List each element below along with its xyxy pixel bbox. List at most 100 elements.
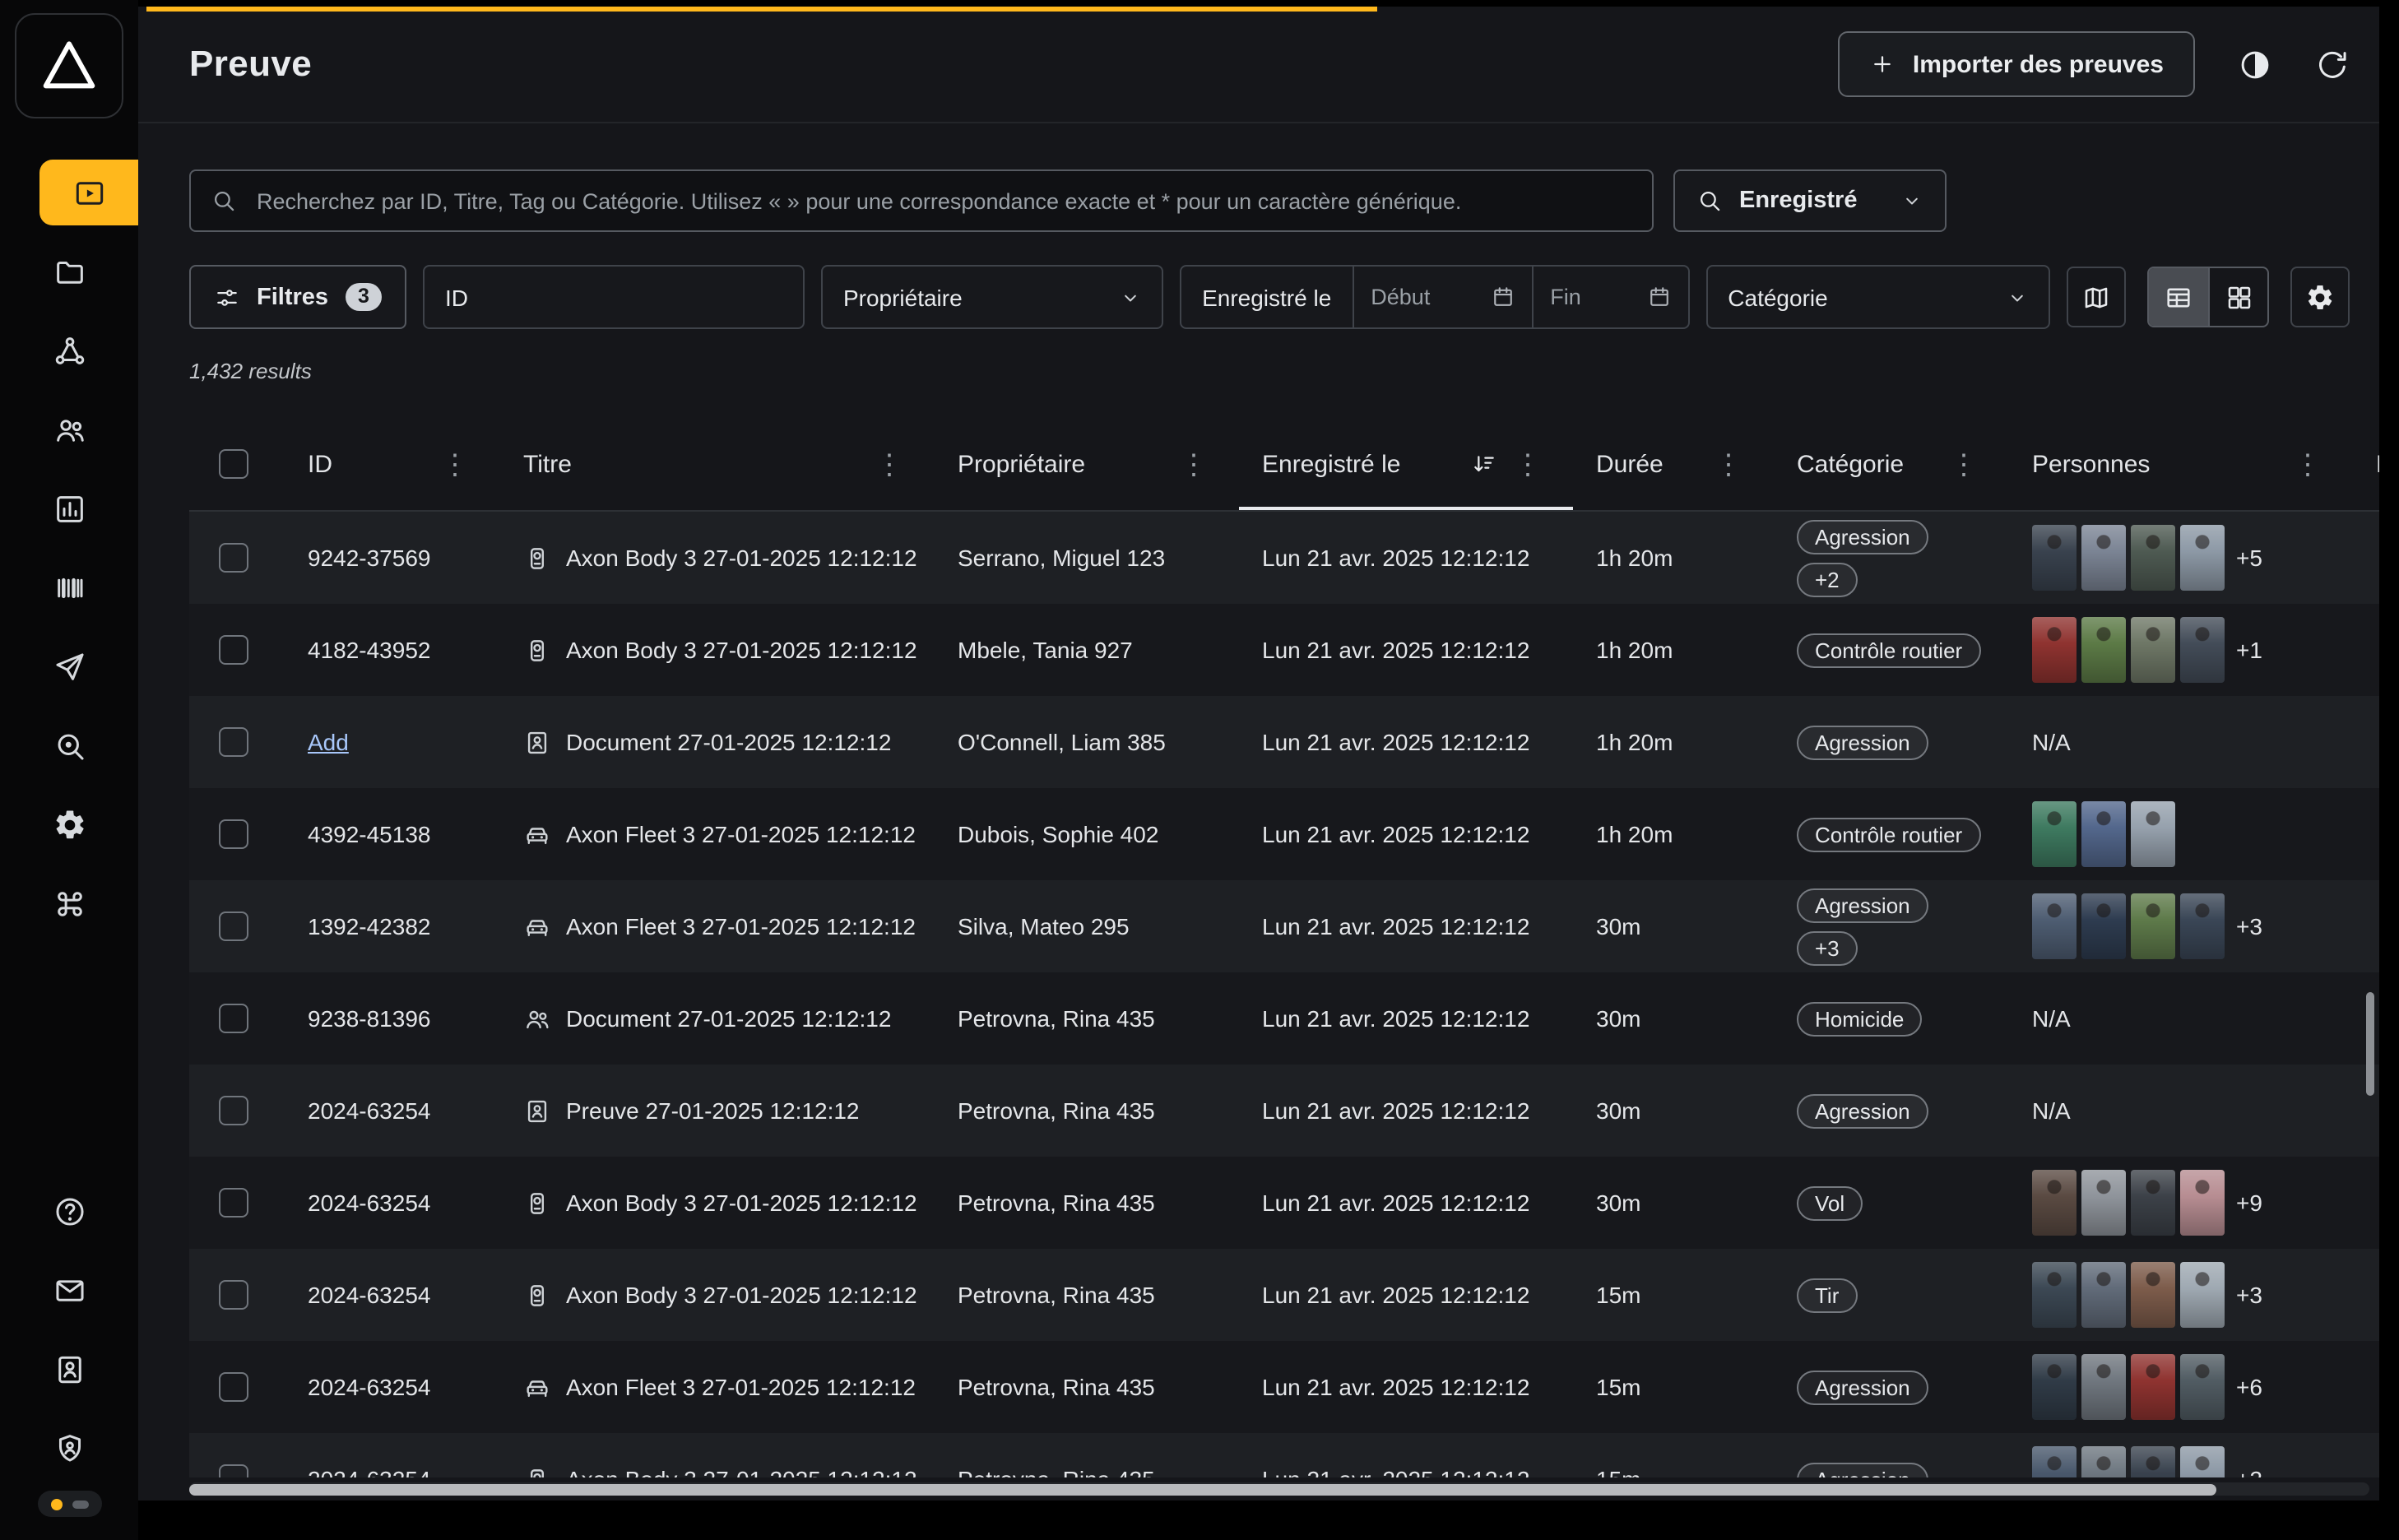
row-checkbox[interactable] xyxy=(219,543,248,573)
table-row[interactable]: 4392-45138Axon Fleet 3 27-01-2025 12:12:… xyxy=(189,788,2379,880)
table-row[interactable]: 1392-42382Axon Fleet 3 27-01-2025 12:12:… xyxy=(189,880,2379,972)
end-date-input[interactable]: Fin xyxy=(1532,267,1688,327)
grid-view-button[interactable] xyxy=(2208,268,2267,326)
person-thumbnail[interactable] xyxy=(2081,1262,2126,1328)
column-menu-icon[interactable]: ⋮ xyxy=(2289,447,2327,481)
category-filter-select[interactable]: Catégorie xyxy=(1706,265,2050,329)
filters-button[interactable]: Filtres 3 xyxy=(189,265,407,329)
sidebar-item-cases[interactable] xyxy=(0,239,138,304)
person-thumbnail[interactable] xyxy=(2081,1354,2126,1420)
person-thumbnail[interactable] xyxy=(2081,1446,2126,1477)
person-thumbnail[interactable] xyxy=(2032,617,2077,683)
sidebar-item-shield[interactable] xyxy=(0,1415,138,1481)
row-checkbox[interactable] xyxy=(219,1372,248,1402)
sidebar-item-barcode[interactable] xyxy=(0,554,138,620)
search-input[interactable] xyxy=(253,187,1632,215)
person-thumbnail[interactable] xyxy=(2081,617,2126,683)
person-thumbnail[interactable] xyxy=(2081,801,2126,867)
person-thumbnail[interactable] xyxy=(2131,525,2175,591)
row-checkbox[interactable] xyxy=(219,1464,248,1477)
id-filter[interactable]: ID xyxy=(424,265,805,329)
column-header-personnes[interactable]: Personnes⋮ xyxy=(2009,418,2353,510)
person-thumbnail[interactable] xyxy=(2131,1170,2175,1236)
row-checkbox[interactable] xyxy=(219,1096,248,1125)
column-header-enregistr-le[interactable]: Enregistré le⋮ xyxy=(1239,418,1573,510)
table-row[interactable]: 2024-63254Preuve 27-01-2025 12:12:12Petr… xyxy=(189,1065,2379,1157)
person-thumbnail[interactable] xyxy=(2180,617,2225,683)
row-checkbox[interactable] xyxy=(219,727,248,757)
person-thumbnail[interactable] xyxy=(2032,801,2077,867)
sidebar-item-analytics[interactable] xyxy=(0,475,138,541)
sort-descending-icon[interactable] xyxy=(1471,451,1497,477)
table-row[interactable]: 2024-63254Axon Body 3 27-01-2025 12:12:1… xyxy=(189,1433,2379,1477)
row-checkbox[interactable] xyxy=(219,911,248,941)
saved-searches-button[interactable]: Enregistré xyxy=(1673,169,1947,232)
table-row[interactable]: AddDocument 27-01-2025 12:12:12O'Connell… xyxy=(189,696,2379,788)
person-thumbnail[interactable] xyxy=(2032,1354,2077,1420)
select-all-checkbox[interactable] xyxy=(219,449,248,479)
map-view-button[interactable] xyxy=(2067,267,2126,327)
table-row[interactable]: 2024-63254Axon Body 3 27-01-2025 12:12:1… xyxy=(189,1157,2379,1249)
contrast-toggle-icon[interactable] xyxy=(2238,47,2272,81)
person-thumbnail[interactable] xyxy=(2180,1446,2225,1477)
table-view-button[interactable] xyxy=(2149,268,2208,326)
column-header-dur-e[interactable]: Durée⋮ xyxy=(1573,418,1774,510)
axon-logo[interactable] xyxy=(15,13,123,118)
person-thumbnail[interactable] xyxy=(2081,1170,2126,1236)
column-menu-icon[interactable]: ⋮ xyxy=(1710,447,1747,481)
column-header-titre[interactable]: Titre⋮ xyxy=(500,418,935,510)
row-checkbox[interactable] xyxy=(219,1280,248,1310)
column-menu-icon[interactable]: ⋮ xyxy=(436,447,474,481)
horizontal-scrollbar[interactable] xyxy=(189,1482,2369,1496)
column-menu-icon[interactable]: ⋮ xyxy=(1175,447,1213,481)
start-date-input[interactable]: Début xyxy=(1353,267,1532,327)
row-checkbox[interactable] xyxy=(219,635,248,665)
person-thumbnail[interactable] xyxy=(2032,1446,2077,1477)
person-thumbnail[interactable] xyxy=(2131,893,2175,959)
sidebar-item-network[interactable] xyxy=(0,318,138,383)
person-thumbnail[interactable] xyxy=(2131,801,2175,867)
row-checkbox[interactable] xyxy=(219,1004,248,1033)
table-settings-button[interactable] xyxy=(2290,267,2350,327)
column-menu-icon[interactable]: ⋮ xyxy=(870,447,908,481)
column-header-n[interactable]: N xyxy=(2353,418,2379,510)
sidebar-item-location-search[interactable] xyxy=(0,712,138,778)
table-row[interactable]: 4182-43952Axon Body 3 27-01-2025 12:12:1… xyxy=(189,604,2379,696)
person-thumbnail[interactable] xyxy=(2032,1170,2077,1236)
table-row[interactable]: 9238-81396Document 27-01-2025 12:12:12Pe… xyxy=(189,972,2379,1065)
calendar-icon[interactable] xyxy=(1491,285,1515,309)
sidebar-item-people[interactable] xyxy=(0,397,138,462)
column-header-id[interactable]: ID⋮ xyxy=(285,418,500,510)
person-thumbnail[interactable] xyxy=(2180,1170,2225,1236)
person-thumbnail[interactable] xyxy=(2131,1446,2175,1477)
vertical-scrollbar[interactable] xyxy=(2366,992,2374,1096)
person-thumbnail[interactable] xyxy=(2180,893,2225,959)
person-thumbnail[interactable] xyxy=(2081,525,2126,591)
person-thumbnail[interactable] xyxy=(2180,525,2225,591)
horizontal-scrollbar-thumb[interactable] xyxy=(189,1483,2217,1495)
row-checkbox[interactable] xyxy=(219,1188,248,1218)
column-menu-icon[interactable]: ⋮ xyxy=(1509,447,1547,481)
person-thumbnail[interactable] xyxy=(2081,893,2126,959)
person-thumbnail[interactable] xyxy=(2180,1262,2225,1328)
person-thumbnail[interactable] xyxy=(2180,1354,2225,1420)
import-evidence-button[interactable]: Importer des preuves xyxy=(1839,31,2195,97)
row-add-link[interactable]: Add xyxy=(308,729,349,755)
person-thumbnail[interactable] xyxy=(2131,1262,2175,1328)
owner-filter-select[interactable]: Propriétaire xyxy=(822,265,1162,329)
column-header-cat-gorie[interactable]: Catégorie⋮ xyxy=(1774,418,2009,510)
row-checkbox[interactable] xyxy=(219,819,248,849)
sidebar-item-send[interactable] xyxy=(0,633,138,699)
sidebar-item-mail[interactable] xyxy=(0,1257,138,1323)
sidebar-item-command[interactable] xyxy=(0,870,138,936)
table-row[interactable]: 2024-63254Axon Fleet 3 27-01-2025 12:12:… xyxy=(189,1341,2379,1433)
sidebar-item-settings[interactable] xyxy=(0,791,138,857)
person-thumbnail[interactable] xyxy=(2032,893,2077,959)
person-thumbnail[interactable] xyxy=(2032,1262,2077,1328)
calendar-icon[interactable] xyxy=(1647,285,1672,309)
person-thumbnail[interactable] xyxy=(2131,617,2175,683)
sidebar-item-evidence[interactable] xyxy=(39,160,138,225)
person-thumbnail[interactable] xyxy=(2032,525,2077,591)
table-row[interactable]: 9242-37569Axon Body 3 27-01-2025 12:12:1… xyxy=(189,512,2379,604)
id-filter-input[interactable] xyxy=(481,281,784,313)
